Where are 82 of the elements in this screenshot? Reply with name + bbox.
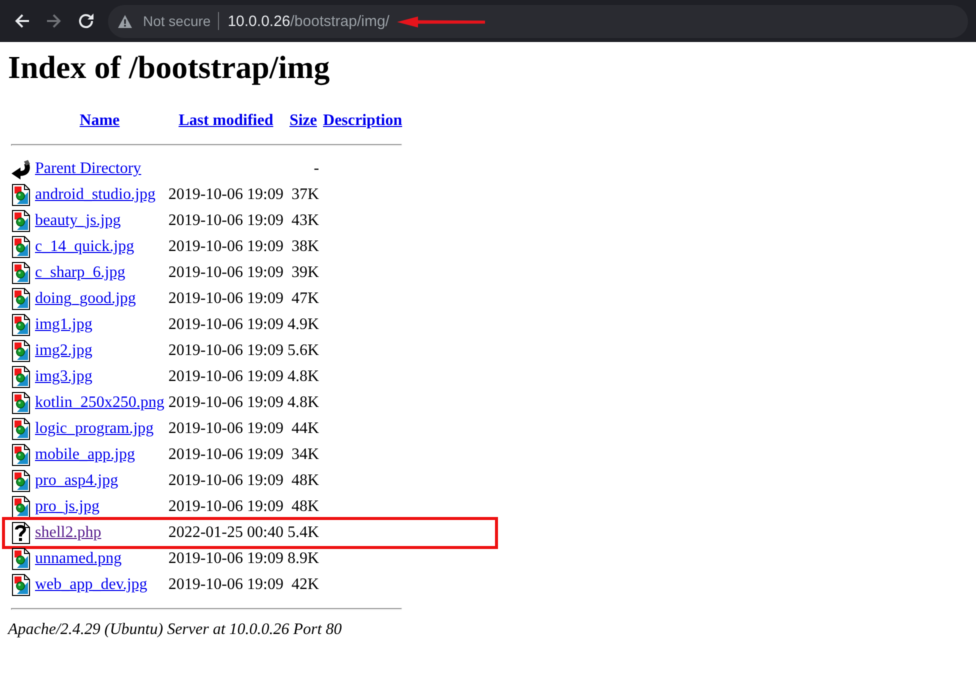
file-link[interactable]: pro_js.jpg [35, 498, 100, 516]
modified-date: 2019-10-06 19:09 [168, 342, 284, 360]
file-link[interactable]: pro_asp4.jpg [35, 472, 118, 490]
file-link[interactable]: img3.jpg [35, 368, 92, 386]
left-arrow-icon [14, 13, 30, 29]
modified-date: 2019-10-06 19:09 [168, 420, 284, 438]
file-size: 48K [291, 472, 320, 490]
file-link[interactable]: shell2.php [35, 524, 102, 542]
modified-date: 2019-10-06 19:09 [168, 212, 284, 230]
back-button[interactable] [14, 13, 30, 29]
image-file-icon [11, 236, 31, 258]
file-size: 5.6K [287, 342, 320, 360]
file-size: 42K [291, 576, 320, 594]
right-arrow-icon [46, 13, 62, 29]
image-file-icon [11, 444, 31, 466]
modified-date: 2019-10-06 19:09 [168, 368, 284, 386]
modified-date: 2019-10-06 19:09 [168, 472, 284, 490]
image-file-icon [11, 470, 31, 492]
file-link[interactable]: logic_program.jpg [35, 420, 154, 438]
file-size: 4.9K [287, 316, 320, 334]
image-file-icon [11, 288, 31, 310]
page-title: Index of /bootstrap/img [8, 49, 331, 86]
image-file-icon [11, 574, 31, 596]
file-size: 8.9K [287, 550, 320, 568]
file-link[interactable]: Parent Directory [35, 160, 142, 178]
modified-date: 2019-10-06 19:09 [168, 290, 284, 308]
column-header-link[interactable]: Name [80, 112, 120, 130]
modified-date: 2019-10-06 19:09 [168, 316, 284, 334]
modified-date: 2019-10-06 19:09 [168, 186, 284, 204]
image-file-icon [11, 392, 31, 414]
question-file-icon [11, 522, 31, 544]
file-size: 39K [291, 264, 320, 282]
image-file-icon [11, 314, 31, 336]
modified-date: 2019-10-06 19:09 [168, 576, 284, 594]
file-link[interactable]: mobile_app.jpg [35, 446, 135, 464]
modified-date: 2019-10-06 19:09 [168, 446, 284, 464]
file-size: 47K [291, 290, 320, 308]
server-signature: Apache/2.4.29 (Ubuntu) Server at 10.0.0.26 Port 80 [8, 621, 343, 640]
file-link[interactable]: img1.jpg [35, 316, 92, 334]
file-link[interactable]: doing_good.jpg [35, 290, 136, 308]
image-file-icon [11, 262, 31, 284]
modified-date: 2019-10-06 19:09 [168, 264, 284, 282]
file-link[interactable]: kotlin_250x250.png [35, 394, 164, 412]
file-size: 43K [291, 212, 320, 230]
file-size: 5.4K [287, 524, 320, 542]
url-text: 10.0.0.26/bootstrap/img/ [228, 12, 390, 30]
column-header-link[interactable]: Last modified [178, 112, 274, 130]
image-file-icon [11, 340, 31, 362]
file-size: 37K [291, 186, 320, 204]
modified-date: 2019-10-06 19:09 [168, 550, 284, 568]
file-size: 44K [291, 420, 320, 438]
file-link[interactable]: web_app_dev.jpg [35, 576, 148, 594]
file-size: 4.8K [287, 368, 320, 386]
modified-date: 2019-10-06 19:09 [168, 498, 284, 516]
image-file-icon [11, 548, 31, 570]
file-link[interactable]: beauty_js.jpg [35, 212, 121, 230]
reload-icon [78, 13, 94, 29]
modified-date: 2022-01-25 00:40 [168, 524, 284, 542]
reload-button[interactable] [78, 13, 94, 29]
file-link[interactable]: android_studio.jpg [35, 186, 156, 204]
file-size: 38K [291, 238, 320, 256]
warning-icon [118, 14, 132, 28]
file-link[interactable]: c_14_quick.jpg [35, 238, 134, 256]
file-link[interactable]: unnamed.png [35, 550, 122, 568]
file-link[interactable]: c_sharp_6.jpg [35, 264, 126, 282]
column-header-link[interactable]: Description [323, 112, 402, 130]
column-header-link[interactable]: Size [289, 112, 317, 130]
image-file-icon [11, 366, 31, 388]
modified-date: 2019-10-06 19:09 [168, 394, 284, 412]
file-size: 48K [291, 498, 320, 516]
address-field[interactable]: Not secure 10.0.0.26/bootstrap/img/ [108, 4, 968, 38]
curved-arrow-icon [11, 158, 31, 180]
file-size: 34K [291, 446, 320, 464]
modified-date: 2019-10-06 19:09 [168, 238, 284, 256]
file-size: - [314, 160, 320, 178]
image-file-icon [11, 184, 31, 206]
image-file-icon [11, 210, 31, 232]
file-size: 4.8K [287, 394, 320, 412]
image-file-icon [11, 496, 31, 518]
security-label: Not secure [143, 13, 211, 29]
image-file-icon [11, 418, 31, 440]
file-link[interactable]: img2.jpg [35, 342, 92, 360]
